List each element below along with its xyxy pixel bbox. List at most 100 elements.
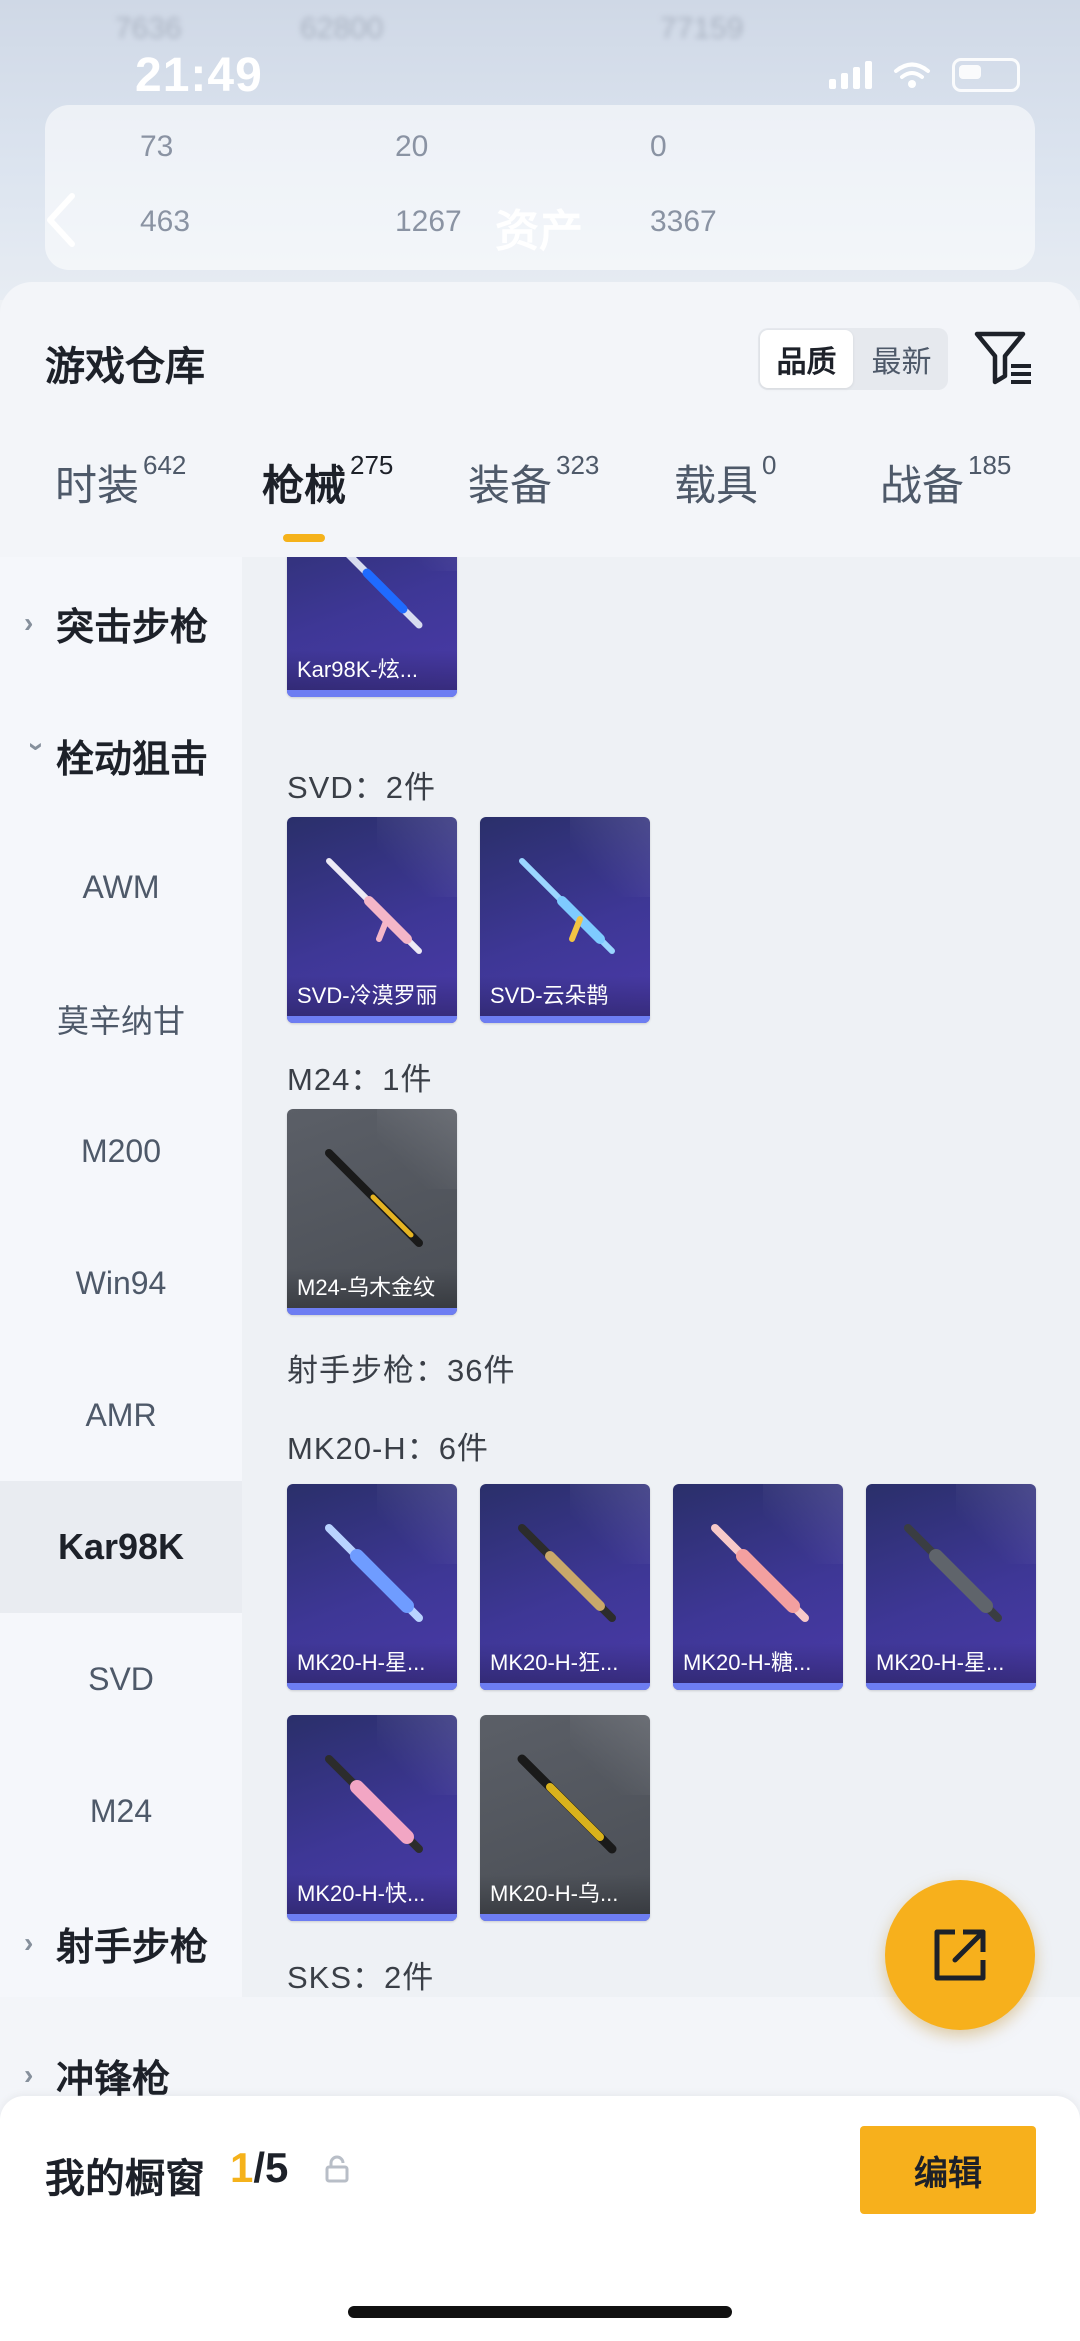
sheet-title: 游戏仓库 [45,345,205,389]
background-page-title: 资产 [495,207,583,256]
sidebar-item-bolt-snipers[interactable]: › 栓动狙击 [0,689,242,821]
chevron-right-icon: › [24,1927,34,1958]
weapon-card[interactable]: MK20-H-乌... [480,1715,650,1921]
chevron-down-icon: › [22,742,53,752]
share-icon [934,1929,986,1981]
weapon-card-name: MK20-H-星... [287,1643,457,1683]
background-stat: 463 [140,205,191,238]
weapon-card-name: MK20-H-星... [866,1643,1036,1683]
rifle-icon [325,1755,423,1853]
sidebar-item-kar98k[interactable]: Kar98K [0,1481,242,1613]
section-label-marksman: 射手步枪：36件 [287,1353,516,1388]
showcase-label: 我的橱窗 [45,2157,205,2201]
tab-firearms[interactable]: 枪械 275 [262,437,393,557]
background-header: 7636 62800 77159 73 20 0 463 1267 3367 资… [0,0,1080,300]
back-arrow-icon[interactable] [42,190,82,250]
weapon-card[interactable]: MK20-H-星... [866,1484,1036,1690]
weapon-card-name: MK20-H-狂... [480,1643,650,1683]
sidebar-item-label: 冲锋枪 [56,2058,171,2101]
weapon-card-name: MK20-H-乌... [480,1874,650,1914]
weapon-card[interactable]: MK20-H-狂... [480,1484,650,1690]
weapon-card-name: MK20-H-糖... [673,1643,843,1683]
tab-label: 枪械 [262,462,347,509]
rifle-icon [519,858,615,954]
battery-icon [952,58,1020,92]
background-stat: 73 [140,130,174,163]
rifle-icon [518,1524,616,1622]
sidebar-item-m200[interactable]: M200 [0,1085,242,1217]
tab-vehicles[interactable]: 载具 0 [674,437,776,557]
rifle-icon [711,1524,809,1622]
background-stat: 1267 [395,205,462,238]
sidebar-item-label: 栓动狙击 [56,738,209,781]
weapon-card-rarity-bar [287,1683,457,1690]
section-label-m24: M24：1件 [287,1062,433,1097]
weapon-category-sidebar: › 突击步枪 › 栓动狙击 AWM 莫辛纳甘 M200 Win94 AMR Kar9… [0,557,242,2101]
tab-equipment[interactable]: 装备 323 [468,437,599,557]
lock-icon [325,2155,349,2183]
tab-label: 装备 [468,462,553,509]
tab-fashion[interactable]: 时装 642 [55,437,186,557]
weapon-card-rarity-bar [480,1016,650,1023]
weapon-card-name: MK20-H-快... [287,1874,457,1914]
showcase-total: /5 [253,2144,289,2191]
filter-icon[interactable] [973,328,1033,388]
section-label-sks: SKS：2件 [287,1960,435,1995]
background-faint-stat: 77159 [660,12,744,45]
background-faint-stat: 62800 [300,12,384,45]
showcase-bottom-bar: 我的橱窗 1/5 编辑 [0,2096,1080,2341]
background-faint-stat: 7636 [115,12,182,45]
background-stat: 0 [650,130,667,163]
tab-label: 战备 [880,462,965,509]
sidebar-item-svd[interactable]: SVD [0,1613,242,1745]
section-label-mk20: MK20-H：6件 [287,1431,489,1466]
tab-count: 275 [350,450,394,480]
tab-label: 时装 [55,462,140,509]
tab-count: 0 [762,450,777,480]
weapon-card-rarity-bar [287,690,457,697]
edit-button[interactable]: 编辑 [860,2126,1036,2214]
weapon-card[interactable]: MK20-H-快... [287,1715,457,1921]
status-icons [829,58,1020,92]
share-button[interactable] [885,1880,1035,2030]
weapon-card[interactable]: MK20-H-星... [287,1484,457,1690]
active-tab-indicator [283,534,325,542]
sidebar-item-m24[interactable]: M24 [0,1745,242,1877]
weapon-card-rarity-bar [480,1914,650,1921]
weapon-card[interactable]: M24-乌木金纹 [287,1109,457,1315]
tab-count: 642 [143,450,187,480]
sort-by-quality-button[interactable]: 品质 [760,330,853,388]
tab-count: 323 [556,450,600,480]
background-stat: 20 [395,130,429,163]
sort-toggle: 品质 最新 [758,328,948,390]
weapon-card[interactable]: SVD-云朵鹊 [480,817,650,1023]
chevron-right-icon: › [24,2059,34,2090]
weapon-card-name: SVD-冷漠罗丽 [287,976,457,1016]
showcase-current: 1 [230,2144,254,2191]
sort-by-newest-button[interactable]: 最新 [855,328,948,390]
tab-count: 185 [968,450,1012,480]
rifle-icon [517,1754,617,1854]
background-stat: 3367 [650,205,717,238]
sidebar-item-marksman-rifles[interactable]: › 射手步枪 [0,1877,242,2009]
sidebar-item-mosin[interactable]: 莫辛纳甘 [0,953,242,1085]
weapon-card-rarity-bar [287,1308,457,1315]
tab-combat-gear[interactable]: 战备 185 [880,437,1011,557]
section-label-svd: SVD：2件 [287,770,436,805]
rifle-icon [346,557,423,629]
home-indicator[interactable] [348,2306,732,2318]
sidebar-item-win94[interactable]: Win94 [0,1217,242,1349]
showcase-count: 1/5 [230,2144,288,2192]
sidebar-item-assault-rifles[interactable]: › 突击步枪 [0,557,242,689]
weapon-card-name: SVD-云朵鹊 [480,976,650,1016]
sidebar-item-awm[interactable]: AWM [0,821,242,953]
weapon-card[interactable]: Kar98K-炫... [287,557,457,697]
chevron-right-icon: › [24,607,34,638]
weapon-card-rarity-bar [287,1016,457,1023]
weapon-card[interactable]: MK20-H-糖... [673,1484,843,1690]
sidebar-item-amr[interactable]: AMR [0,1349,242,1481]
weapon-card-name: Kar98K-炫... [287,650,457,690]
weapon-content-list: Kar98K-炫... SVD：2件 SVD-冷漠罗丽 SVD-云朵鹊 M24：… [242,557,1080,1997]
tab-label: 载具 [674,462,759,509]
weapon-card[interactable]: SVD-冷漠罗丽 [287,817,457,1023]
